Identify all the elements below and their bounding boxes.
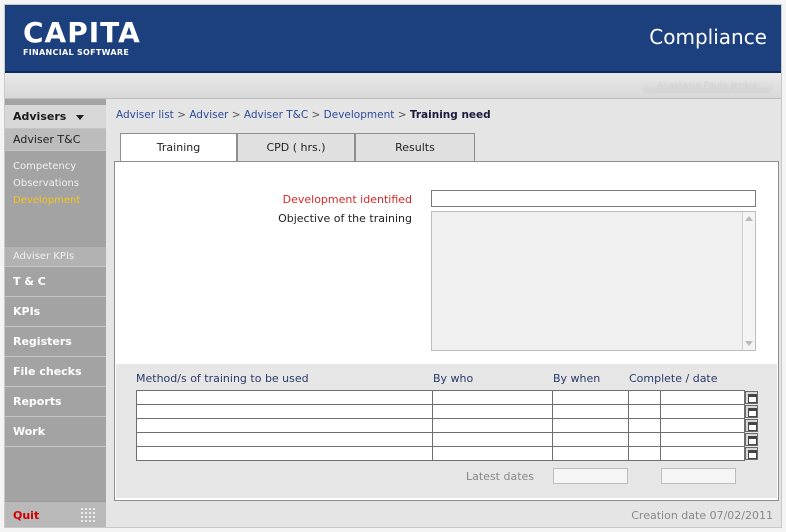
breadcrumb-adviser-tc[interactable]: Adviser T&C (244, 109, 308, 121)
calendar-icon[interactable] (745, 433, 758, 446)
by-who-cell[interactable] (432, 446, 553, 461)
sidebar-item-tc[interactable]: T & C (5, 267, 106, 297)
by-who-cell[interactable] (432, 418, 553, 433)
objective-textarea[interactable] (431, 211, 756, 351)
quit-button[interactable]: Quit (13, 509, 39, 522)
training-panel: Development identified Objective of the … (114, 161, 779, 501)
breadcrumb: Adviser list > Adviser > Adviser T&C > D… (116, 109, 491, 121)
latest-by-when-field (553, 468, 628, 484)
tab-training[interactable]: Training (120, 133, 237, 162)
sidebar-subitem-development[interactable]: Development (5, 192, 106, 209)
objective-scrollbar[interactable] (742, 212, 755, 350)
scroll-up-icon[interactable] (745, 216, 753, 221)
latest-dates-label: Latest dates (466, 470, 535, 483)
sidebar-item-adviser-kpis[interactable]: Adviser KPIs (5, 247, 106, 267)
tab-cpd[interactable]: CPD ( hrs.) (237, 133, 355, 161)
app-title: Compliance (649, 25, 767, 49)
grip-icon (80, 507, 96, 523)
sidebar-submenu: Competency Observations Development (5, 152, 106, 240)
complete-date-cell[interactable] (660, 418, 745, 433)
sidebar-item-work[interactable]: Work (5, 417, 106, 447)
training-methods-section: Method/s of training to be used By who B… (116, 364, 777, 498)
scroll-down-icon[interactable] (745, 341, 753, 346)
breadcrumb-adviser-list[interactable]: Adviser list (116, 109, 174, 121)
sidebar-subitem-competency[interactable]: Competency (5, 158, 106, 175)
complete-date-cell[interactable] (660, 446, 745, 461)
sidebar-quit-area: Quit (5, 501, 106, 527)
sidebar-item-reports[interactable]: Reports (5, 387, 106, 417)
by-when-cell[interactable] (552, 446, 629, 461)
calendar-icon[interactable] (745, 447, 758, 460)
complete-cell[interactable] (628, 446, 661, 461)
development-identified-input[interactable] (431, 190, 756, 207)
user-name-badge: Anastasia Paula Jenkis (641, 79, 773, 93)
toolbar-strip: Anastasia Paula Jenkis (5, 73, 781, 99)
capita-logo: CAPITA FINANCIAL SOFTWARE (23, 16, 141, 58)
by-when-cell[interactable] (552, 404, 629, 419)
app-window: CAPITA FINANCIAL SOFTWARE Compliance Ana… (4, 4, 782, 528)
column-header-by-who: By who (433, 372, 474, 385)
complete-date-cell[interactable] (660, 390, 745, 405)
method-cell[interactable] (136, 418, 433, 433)
breadcrumb-development[interactable]: Development (324, 109, 395, 121)
creation-date: Creation date 07/02/2011 (631, 509, 773, 522)
logo-sub-text: FINANCIAL SOFTWARE (23, 48, 130, 57)
main-content: Adviser list > Adviser > Adviser T&C > D… (106, 99, 781, 527)
complete-cell[interactable] (628, 390, 661, 405)
sidebar-item-registers[interactable]: Registers (5, 327, 106, 357)
calendar-icon[interactable] (745, 405, 758, 418)
method-cell[interactable] (136, 432, 433, 447)
sidebar-item-file-checks[interactable]: File checks (5, 357, 106, 387)
method-cell[interactable] (136, 390, 433, 405)
by-who-cell[interactable] (432, 432, 553, 447)
app-header: CAPITA FINANCIAL SOFTWARE Compliance (5, 5, 781, 73)
chevron-down-icon (76, 114, 85, 120)
logo-main-text: CAPITA (23, 16, 141, 49)
sidebar-subitem-observations[interactable]: Observations (5, 175, 106, 192)
sidebar: Advisers Adviser T&C Competency Observat… (5, 99, 106, 527)
tab-results[interactable]: Results (355, 133, 475, 161)
sidebar-item-adviser-tc[interactable]: Adviser T&C (5, 129, 106, 151)
development-identified-label: Development identified (282, 193, 412, 206)
objective-label: Objective of the training (278, 212, 412, 225)
breadcrumb-separator: > (311, 109, 321, 121)
complete-cell[interactable] (628, 432, 661, 447)
column-header-method: Method/s of training to be used (136, 372, 309, 385)
calendar-icon[interactable] (745, 419, 758, 432)
by-when-cell[interactable] (552, 418, 629, 433)
complete-cell[interactable] (628, 404, 661, 419)
method-cell[interactable] (136, 404, 433, 419)
by-when-cell[interactable] (552, 432, 629, 447)
complete-cell[interactable] (628, 418, 661, 433)
complete-date-cell[interactable] (660, 404, 745, 419)
breadcrumb-separator: > (231, 109, 241, 121)
by-who-cell[interactable] (432, 404, 553, 419)
sidebar-advisers-label: Advisers (13, 110, 67, 123)
breadcrumb-separator: > (177, 109, 186, 121)
by-who-cell[interactable] (432, 390, 553, 405)
by-when-cell[interactable] (552, 390, 629, 405)
sidebar-item-kpis[interactable]: KPIs (5, 297, 106, 327)
breadcrumb-adviser[interactable]: Adviser (189, 109, 228, 121)
breadcrumb-separator: > (397, 109, 407, 121)
calendar-icon[interactable] (745, 391, 758, 404)
column-header-by-when: By when (553, 372, 601, 385)
method-cell[interactable] (136, 446, 433, 461)
column-header-complete-date: Complete / date (629, 372, 718, 385)
breadcrumb-current: Training need (409, 109, 491, 121)
latest-complete-date-field (661, 468, 736, 484)
sidebar-advisers-dropdown[interactable]: Advisers (5, 105, 106, 129)
complete-date-cell[interactable] (660, 432, 745, 447)
